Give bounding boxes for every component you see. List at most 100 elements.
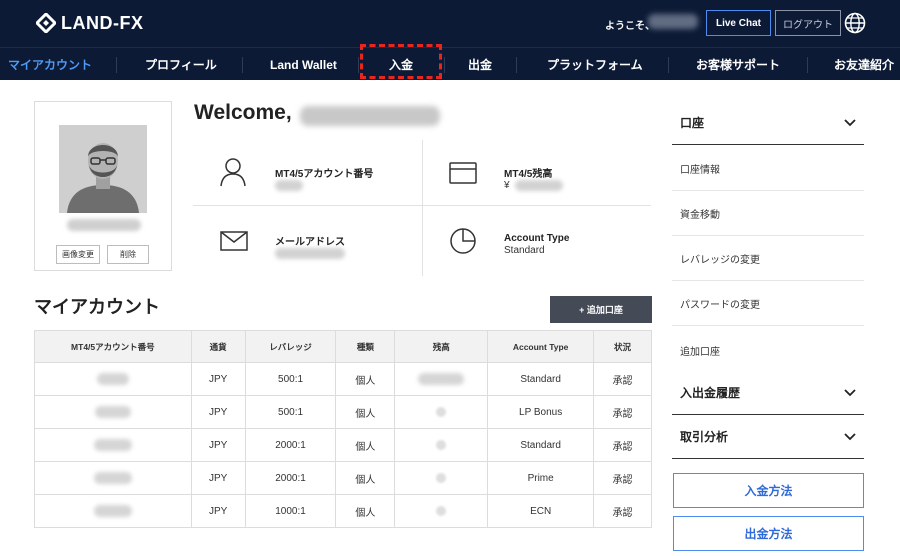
balance-cell xyxy=(394,362,489,396)
globe-icon[interactable] xyxy=(844,12,866,34)
sidebar-section-deposit-history[interactable]: 入出金履歴 xyxy=(672,371,864,415)
redacted-email xyxy=(275,248,345,259)
status-cell[interactable]: 承認 xyxy=(593,428,652,462)
live-chat-button[interactable]: Live Chat xyxy=(706,10,771,36)
redacted-balance xyxy=(515,180,563,191)
main-nav: マイアカウント プロフィール Land Wallet 入金 出金 プラットフォー… xyxy=(0,47,900,80)
column-header-account-number: MT4/5アカウント番号 xyxy=(34,330,192,363)
nav-land-wallet[interactable]: Land Wallet xyxy=(270,48,337,81)
table-header-row: MT4/5アカウント番号 通貨 レバレッジ 種類 残高 Account Type… xyxy=(34,330,652,363)
nav-referral[interactable]: お友達紹介 xyxy=(834,48,894,81)
avatar[interactable] xyxy=(59,125,147,213)
table-row[interactable]: JPY 500:1 個人 Standard 承認 xyxy=(34,362,652,396)
kind-cell: 個人 xyxy=(335,395,396,429)
nav-platform[interactable]: プラットフォーム xyxy=(547,48,643,81)
account-type-value: Standard xyxy=(504,245,545,256)
sidebar-item-account-info[interactable]: 口座情報 xyxy=(672,146,864,191)
nav-profile[interactable]: プロフィール xyxy=(145,48,217,81)
nav-divider xyxy=(444,57,445,73)
top-bar: LAND-FX ようこそ、 Live Chat ログアウト xyxy=(0,0,900,47)
status-cell[interactable]: 承認 xyxy=(593,362,652,396)
account-number-cell xyxy=(34,461,192,495)
deposit-method-button[interactable]: 入金方法 xyxy=(673,473,864,508)
nav-divider xyxy=(242,57,243,73)
account-info-grid: MT4/5アカウント番号 MT4/5残高 ¥ メールアドレス Account T… xyxy=(193,140,651,276)
status-cell[interactable]: 承認 xyxy=(593,395,652,429)
column-header-balance: 残高 xyxy=(394,330,489,363)
kind-cell: 個人 xyxy=(335,428,396,462)
kind-cell: 個人 xyxy=(335,461,396,495)
currency-cell: JPY xyxy=(190,461,246,495)
delete-image-button[interactable]: 削除 xyxy=(107,245,149,264)
nav-withdraw[interactable]: 出金 xyxy=(468,48,492,81)
account-type-cell: LP Bonus xyxy=(487,395,595,429)
balance-currency: ¥ xyxy=(504,180,510,191)
account-number-label: MT4/5アカウント番号 xyxy=(275,169,374,180)
mail-icon xyxy=(220,231,248,251)
redacted-balance xyxy=(418,373,465,385)
currency-cell: JPY xyxy=(190,494,246,528)
leverage-cell: 2000:1 xyxy=(244,428,337,462)
table-row[interactable]: JPY 500:1 個人 LP Bonus 承認 xyxy=(34,395,652,429)
currency-cell: JPY xyxy=(190,395,246,429)
redacted-account-number xyxy=(93,505,132,517)
leverage-cell: 1000:1 xyxy=(244,494,337,528)
accounts-table: MT4/5アカウント番号 通貨 レバレッジ 種類 残高 Account Type… xyxy=(34,330,652,528)
redacted-user-name xyxy=(648,14,698,29)
redacted-welcome-name xyxy=(300,106,440,126)
add-account-button[interactable]: + 追加口座 xyxy=(550,296,652,323)
redacted-account-number xyxy=(275,180,303,191)
table-row[interactable]: JPY 1000:1 個人 ECN 承認 xyxy=(34,494,652,528)
grid-divider xyxy=(422,140,423,276)
withdraw-method-button[interactable]: 出金方法 xyxy=(673,516,864,551)
leverage-cell: 2000:1 xyxy=(244,461,337,495)
logout-button[interactable]: ログアウト xyxy=(775,10,841,36)
currency-cell: JPY xyxy=(190,362,246,396)
currency-cell: JPY xyxy=(190,428,246,462)
nav-my-account[interactable]: マイアカウント xyxy=(8,48,92,81)
column-header-status: 状況 xyxy=(593,330,652,363)
sidebar-section-account[interactable]: 口座 xyxy=(672,101,864,145)
nav-divider xyxy=(516,57,517,73)
redacted-account-number xyxy=(96,373,129,385)
sidebar-section-trade-analysis[interactable]: 取引分析 xyxy=(672,415,864,459)
balance-cell xyxy=(394,494,489,528)
balance-cell xyxy=(394,428,489,462)
deposit-highlight-annotation xyxy=(360,44,442,79)
redacted-account-number xyxy=(94,406,131,418)
redacted-username xyxy=(67,219,141,231)
profile-card: 画像変更 削除 xyxy=(34,101,172,271)
wallet-card-icon xyxy=(449,162,477,184)
chevron-down-icon xyxy=(844,118,856,126)
sidebar-item-fund-transfer[interactable]: 資金移動 xyxy=(672,191,864,236)
sidebar-section-account-label: 口座 xyxy=(680,116,705,130)
redacted-balance xyxy=(436,472,447,483)
chevron-down-icon xyxy=(844,388,856,396)
change-image-button[interactable]: 画像変更 xyxy=(56,245,100,264)
grid-divider xyxy=(193,205,651,206)
sidebar-item-add-account[interactable]: 追加口座 xyxy=(672,328,864,373)
account-type-cell: Standard xyxy=(487,362,595,396)
account-number-cell xyxy=(34,395,192,429)
nav-divider xyxy=(807,57,808,73)
account-number-cell xyxy=(34,494,192,528)
my-account-title: マイアカウント xyxy=(34,297,160,317)
nav-divider xyxy=(116,57,117,73)
column-header-currency: 通貨 xyxy=(190,330,246,363)
sidebar-item-leverage-change[interactable]: レバレッジの変更 xyxy=(672,236,864,281)
table-row[interactable]: JPY 2000:1 個人 Prime 承認 xyxy=(34,461,652,495)
account-type-cell: Standard xyxy=(487,428,595,462)
column-header-kind: 種類 xyxy=(335,330,396,363)
land-fx-logo[interactable]: LAND-FX xyxy=(36,12,144,34)
balance-label: MT4/5残高 xyxy=(504,169,553,180)
sidebar-item-password-change[interactable]: パスワードの変更 xyxy=(672,281,864,326)
redacted-balance xyxy=(436,406,447,417)
status-cell[interactable]: 承認 xyxy=(593,494,652,528)
nav-customer-support[interactable]: お客様サポート xyxy=(696,48,780,81)
status-cell[interactable]: 承認 xyxy=(593,461,652,495)
kind-cell: 個人 xyxy=(335,362,396,396)
account-number-cell xyxy=(34,428,192,462)
account-type-cell: Prime xyxy=(487,461,595,495)
table-row[interactable]: JPY 2000:1 個人 Standard 承認 xyxy=(34,428,652,462)
sidebar-section-deposit-history-label: 入出金履歴 xyxy=(680,386,741,400)
